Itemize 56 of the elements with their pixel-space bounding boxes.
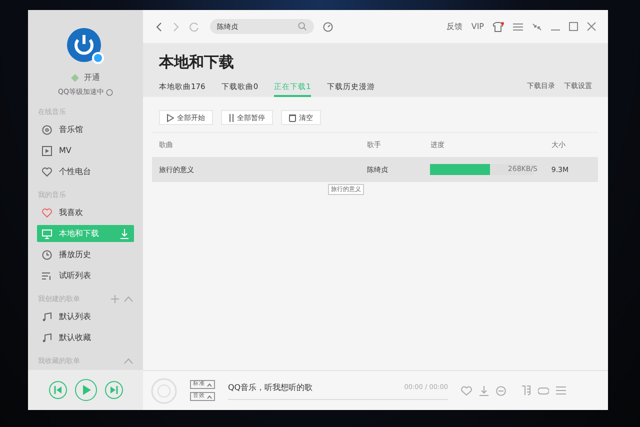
lyrics-icon[interactable] [521,385,531,396]
back-icon[interactable] [155,22,163,32]
music-note-icon [42,332,52,342]
nav-item[interactable]: 默认收藏 [37,329,134,346]
minus-circle-icon[interactable] [496,386,506,396]
pause-icon[interactable] [229,114,234,122]
menu-icon[interactable] [513,22,523,30]
list-icon [42,270,52,280]
maximize-icon[interactable] [569,22,578,31]
info-icon [106,88,114,96]
disc-icon [42,124,52,134]
page-title: 本地和下载 [159,53,235,72]
monitor-icon [42,228,52,238]
play-icon[interactable] [167,114,174,122]
next-icon[interactable] [108,385,118,395]
nav-item[interactable]: MV [37,142,134,159]
caret-icon[interactable] [207,382,212,386]
diamond-icon [71,74,79,82]
play-button[interactable] [74,379,96,401]
close-icon[interactable] [587,22,596,31]
clock-icon [42,250,52,260]
top-link[interactable]: 反馈 [446,21,462,32]
nav-item[interactable]: 试听列表 [37,267,134,284]
avatar-icon[interactable] [66,27,106,67]
heart-icon[interactable] [461,386,472,396]
top-link[interactable]: VIP [471,22,484,31]
download-icon[interactable] [479,386,489,396]
heart-icon [42,166,52,176]
forward-icon[interactable] [172,22,180,32]
nav-item[interactable]: 个性电台 [37,163,134,180]
nav-item[interactable]: 我喜欢 [37,204,134,221]
nav-item[interactable]: 音乐馆 [37,121,134,138]
nav-item[interactable]: 播放历史 [37,246,134,263]
mini-mode-icon[interactable] [532,22,542,30]
add-icon[interactable] [111,295,119,303]
vip-link[interactable]: 开通 [84,72,100,83]
trash-icon[interactable] [289,114,296,122]
gauge-icon[interactable] [323,22,333,32]
shirt-icon[interactable] [493,22,504,32]
nav-item[interactable]: 默认列表 [37,308,134,325]
video-icon [42,146,52,156]
previous-icon[interactable] [52,385,62,395]
search-icon[interactable] [298,22,307,31]
heart-icon [42,208,52,218]
playlist-icon[interactable] [556,386,566,395]
song-title: QQ音乐，听我想听的歌 [228,382,313,392]
loop-icon[interactable] [538,386,549,396]
download-icon [120,228,129,238]
collapse-icon[interactable] [124,358,133,364]
collapse-icon[interactable] [124,296,133,302]
music-note-icon [42,312,52,322]
next-button[interactable] [104,381,122,399]
refresh-icon[interactable] [189,22,199,32]
previous-button[interactable] [48,381,66,399]
album-disc-icon [151,378,177,404]
caret-icon[interactable] [207,394,212,398]
